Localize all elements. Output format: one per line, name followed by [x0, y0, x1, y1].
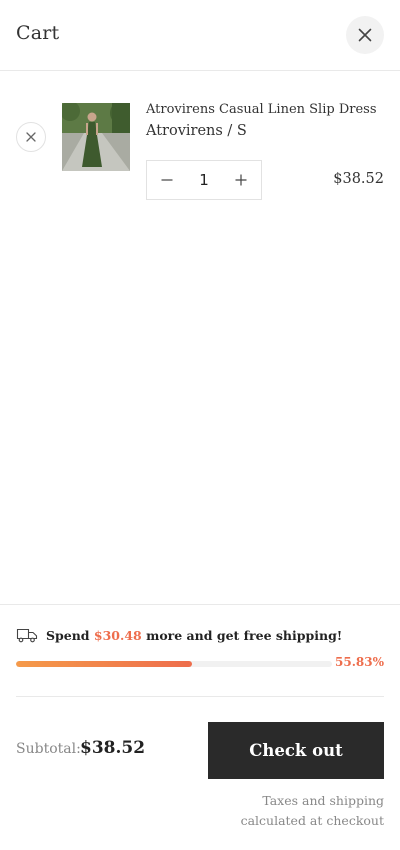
truck-icon — [16, 628, 38, 643]
product-name[interactable]: Atrovirens Casual Linen Slip Dress — [146, 102, 377, 117]
subtotal-value: $38.52 — [80, 738, 146, 758]
product-image — [62, 103, 130, 171]
shipping-progress-bar — [16, 661, 332, 667]
tax-shipping-note: Taxes and shipping calculated at checkou… — [240, 793, 384, 828]
close-icon — [26, 132, 36, 142]
cart-item: Atrovirens Casual Linen Slip Dress Atrov… — [0, 95, 400, 215]
product-thumbnail[interactable] — [62, 103, 130, 171]
product-variant: Atrovirens / S — [146, 123, 247, 139]
minus-icon — [161, 179, 173, 181]
subtotal-label: Subtotal: — [16, 741, 81, 757]
increase-quantity-button[interactable] — [221, 161, 261, 199]
footer-divider — [16, 696, 384, 697]
shipping-progress-fill — [16, 661, 193, 667]
shipping-text-prefix: Spend — [46, 627, 94, 643]
close-cart-button[interactable] — [346, 16, 384, 54]
shipping-text-suffix: more and get free shipping! — [141, 627, 343, 643]
free-shipping-message: Spend $30.48 more and get free shipping! — [16, 627, 342, 643]
shipping-progress-percent: 55.83% — [335, 655, 384, 669]
decrease-quantity-button[interactable] — [147, 161, 187, 199]
shipping-remaining-amount: $30.48 — [93, 627, 142, 643]
checkout-button[interactable]: Check out — [208, 722, 384, 779]
quantity-stepper: 1 — [146, 160, 262, 200]
cart-title: Cart — [16, 22, 60, 44]
item-price: $38.52 — [333, 171, 384, 187]
cart-header: Cart — [0, 0, 400, 71]
remove-item-button[interactable] — [16, 122, 46, 152]
quantity-input[interactable]: 1 — [187, 171, 221, 189]
close-icon — [358, 28, 372, 42]
cart-footer: Spend $30.48 more and get free shipping!… — [0, 604, 400, 850]
plus-icon — [235, 174, 247, 186]
